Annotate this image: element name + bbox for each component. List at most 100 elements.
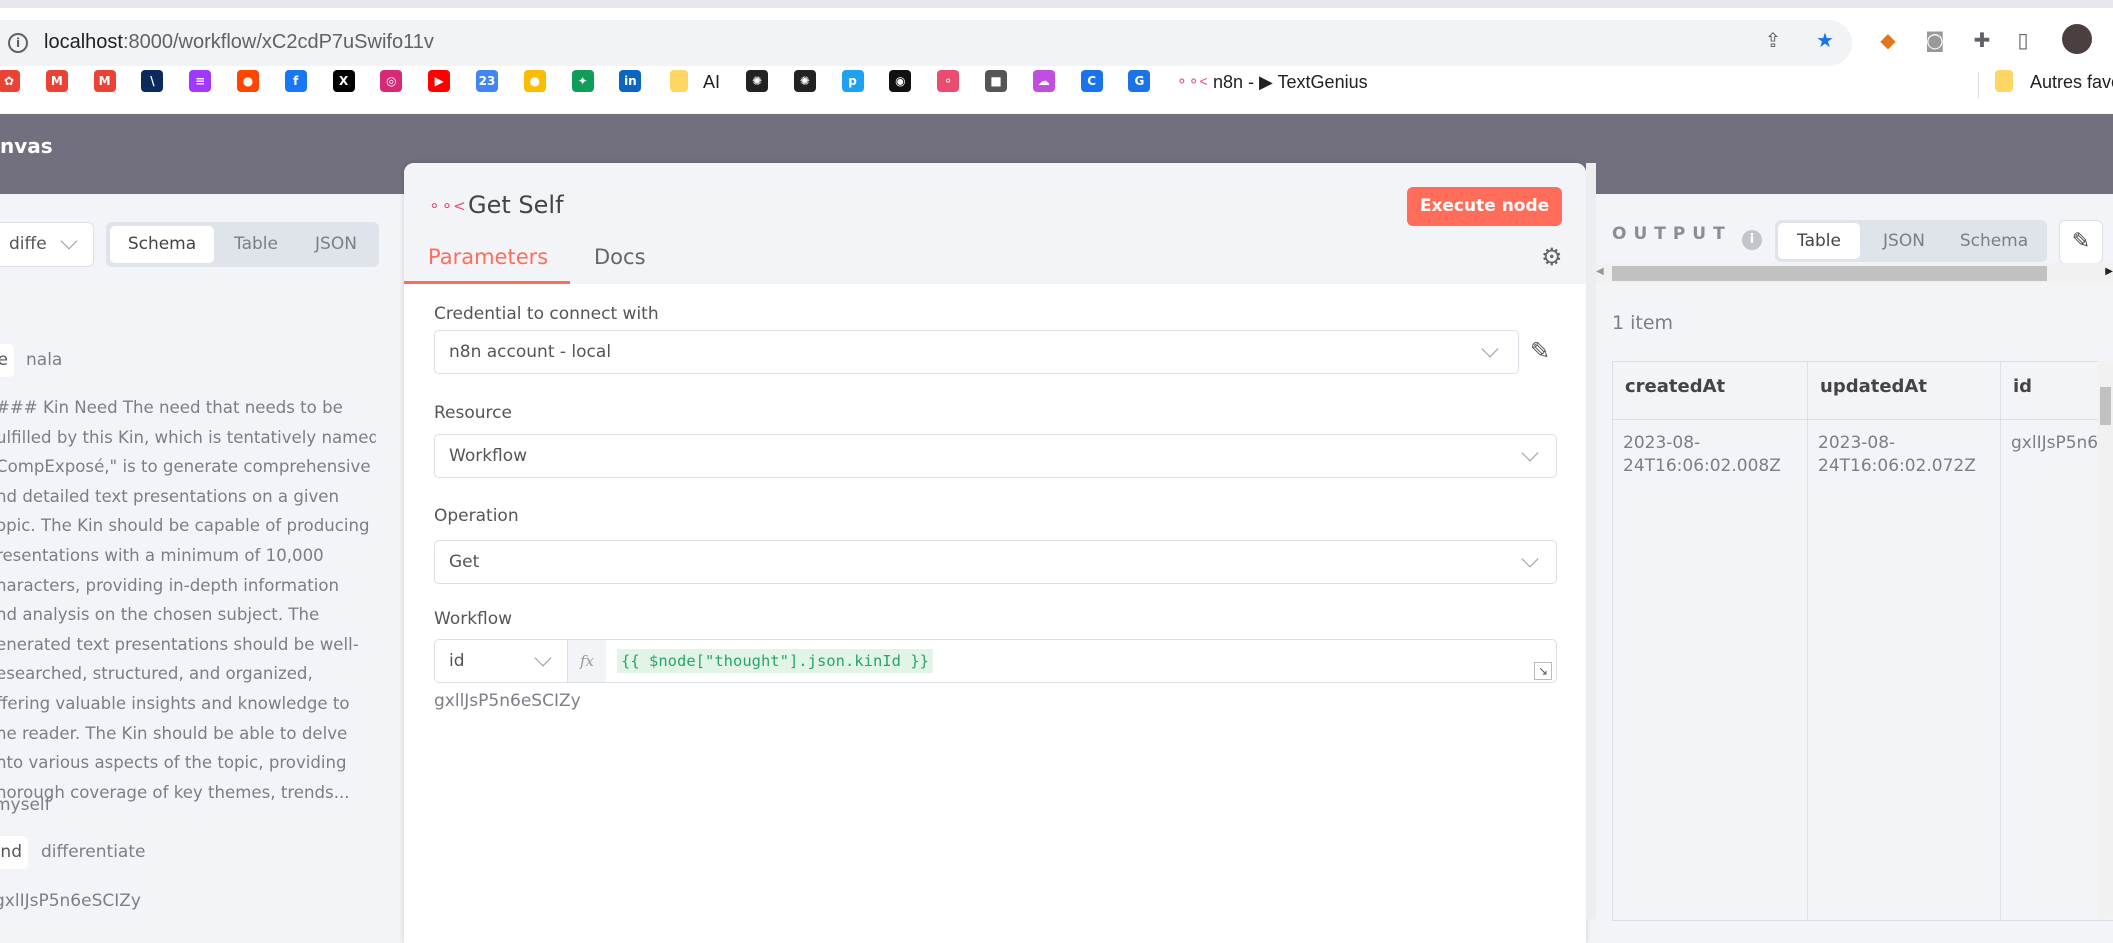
bookmark-n8n-textgenius[interactable]: n8n - ▶ TextGenius (1213, 72, 1368, 93)
workflow-field: id fx {{ $node["thought"].json.kinId }} … (434, 639, 1557, 683)
bookmark-deezer-icon[interactable]: ≡ (189, 70, 211, 92)
bookmark-x-icon[interactable]: X (333, 70, 355, 92)
node-details-panel: ⚬⚬< Get Self Execute node Parameters Doc… (404, 163, 1586, 943)
other-bookmarks[interactable]: Autres favo (2030, 72, 2113, 93)
camera-icon[interactable]: ◙ (1923, 28, 1947, 52)
cell-id: gxlIJsP5n6eSCIZy (2001, 420, 2113, 921)
scrollbar-thumb[interactable] (1612, 266, 2047, 281)
share-icon[interactable]: ⇪ (1761, 28, 1785, 52)
header-title: nvas (0, 134, 53, 158)
address-bar[interactable]: i localhost:8000/workflow/xC2cdP7uSwifo1… (0, 20, 1852, 66)
input-node-select[interactable]: diffe (0, 222, 94, 267)
credential-value: n8n account - local (449, 342, 611, 362)
expand-editor-icon[interactable]: ↘ (1534, 662, 1552, 680)
bookmark-cube-icon[interactable]: ■ (985, 70, 1007, 92)
info-icon[interactable]: i (1742, 230, 1762, 250)
column-header-updatedAt[interactable]: updatedAt (1808, 362, 2001, 420)
bookmark-cloud-icon[interactable]: ☁ (1033, 70, 1055, 92)
bookmark-folder-ai[interactable]: AI (703, 72, 720, 93)
bookmark-n8n-icon[interactable]: ⚬ (937, 70, 959, 92)
horizontal-scrollbar[interactable]: ◀ ▶ (1596, 263, 2113, 283)
text-line: nd analysis on the chosen subject. The (0, 600, 376, 630)
fx-expression-indicator: fx (568, 640, 606, 682)
vertical-scrollbar[interactable] (2098, 361, 2113, 919)
column-header-createdAt[interactable]: createdAt (1613, 362, 1808, 420)
text-line: haracters, providing in-depth informatio… (0, 571, 376, 601)
metamask-icon[interactable]: ◆ (1876, 28, 1900, 52)
select-value: diffe (9, 234, 55, 254)
tab-schema[interactable]: Schema (1945, 223, 2043, 259)
folder-icon (1995, 70, 2013, 92)
edit-credential-pencil-icon[interactable]: ✎ (1530, 337, 1550, 365)
chevron-down-icon (61, 233, 78, 250)
bookmark-google-photos-icon[interactable]: ✿ (0, 70, 20, 92)
site-info-icon[interactable]: i (8, 33, 28, 53)
workflow-label: Workflow (434, 609, 512, 629)
profile-avatar[interactable] (2062, 24, 2092, 54)
gear-icon[interactable]: ⚙ (1541, 243, 1563, 271)
text-line: nto various aspects of the topic, provid… (0, 748, 376, 778)
field-value: differentiate (41, 842, 145, 862)
column-header-id[interactable]: id (2001, 362, 2113, 420)
bookmark-notion-like-icon[interactable]: \ (141, 70, 163, 92)
url-text[interactable]: localhost:8000/workflow/xC2cdP7uSwifo11v (44, 31, 434, 54)
panel-divider[interactable] (1586, 163, 1596, 919)
url-host: localhost (44, 31, 123, 53)
n8n-icon: ⚬⚬< (1176, 73, 1208, 90)
tab-parameters[interactable]: Parameters (428, 245, 548, 269)
text-line: ffering valuable insights and knowledge … (0, 689, 376, 719)
scrollbar-thumb[interactable] (2100, 387, 2111, 425)
output-view-tabs: Table JSON Schema (1775, 220, 2047, 262)
tab-table[interactable]: Table (216, 226, 296, 263)
tab-json[interactable]: JSON (1865, 223, 1943, 259)
resource-select[interactable]: Workflow (434, 434, 1557, 478)
bookmark-google-keep-icon[interactable]: ● (524, 70, 546, 92)
table-header-row: createdAt updatedAt id (1613, 362, 2113, 420)
workflow-resolved-value: gxllJsP5n6eSCIZy (434, 691, 581, 711)
field-value-myself: myself (0, 795, 51, 815)
chevron-down-icon (1522, 551, 1539, 568)
bookmark-gmail-icon[interactable]: M (46, 70, 68, 92)
scroll-left-arrow-icon[interactable]: ◀ (1596, 266, 1604, 277)
credential-select[interactable]: n8n account - local (434, 330, 1519, 374)
bookmark-app-g-icon[interactable]: G (1128, 70, 1150, 92)
workflow-expression[interactable]: {{ $node["thought"].json.kinId }} (617, 649, 933, 673)
active-tab-underline (404, 281, 570, 284)
bookmark-google-calendar-icon[interactable]: 23 (476, 70, 498, 92)
bookmark-app-green-icon[interactable]: ✦ (572, 70, 594, 92)
text-line: horough coverage of key themes, trends..… (0, 778, 376, 808)
bookmark-youtube-icon[interactable]: ▶ (428, 70, 450, 92)
table-row: 2023-08-24T16:06:02.008Z 2023-08-24T16:0… (1613, 420, 2113, 921)
side-panel-icon[interactable]: ▯ (2011, 28, 2035, 52)
chevron-down-icon (535, 650, 552, 667)
text-line: opic. The Kin should be capable of produ… (0, 511, 376, 541)
bookmark-chatgpt-2-icon[interactable]: ✺ (794, 70, 816, 92)
bookmark-separator (1978, 72, 1979, 98)
bookmark-gmail-2-icon[interactable]: M (94, 70, 116, 92)
input-view-tabs: Schema Table JSON (106, 222, 379, 267)
bookmark-instagram-icon[interactable]: ◎ (380, 70, 402, 92)
tab-schema[interactable]: Schema (110, 226, 214, 263)
operation-select[interactable]: Get (434, 540, 1557, 584)
edit-output-pencil-button[interactable]: ✎ (2059, 220, 2103, 264)
text-line: esearched, structured, and organized, (0, 659, 376, 689)
bookmark-app-dark-icon[interactable]: ◉ (889, 70, 911, 92)
scroll-right-arrow-icon[interactable]: ▶ (2105, 266, 2113, 277)
execute-node-button[interactable]: Execute node (1407, 187, 1562, 226)
extensions-puzzle-icon[interactable]: ✚ (1970, 28, 1994, 52)
item-count: 1 item (1612, 312, 1673, 334)
bookmark-linkedin-icon[interactable]: in (619, 70, 641, 92)
node-title[interactable]: Get Self (468, 191, 564, 219)
tab-table[interactable]: Table (1778, 223, 1860, 259)
workflow-mode-select[interactable]: id (435, 640, 568, 682)
bookmark-app-blue-p-icon[interactable]: p (842, 70, 864, 92)
bookmark-app-c-icon[interactable]: C (1081, 70, 1103, 92)
bookmark-star-icon[interactable]: ★ (1813, 28, 1837, 52)
tab-json[interactable]: JSON (296, 226, 376, 263)
bookmark-facebook-icon[interactable]: f (285, 70, 307, 92)
bookmark-chatgpt-icon[interactable]: ✺ (746, 70, 768, 92)
url-path: :8000/workflow/xC2cdP7uSwifo11v (123, 31, 434, 53)
tab-docs[interactable]: Docs (594, 245, 646, 269)
bookmark-reddit-icon[interactable]: ● (237, 70, 259, 92)
field-key-pill: nd (0, 836, 28, 869)
